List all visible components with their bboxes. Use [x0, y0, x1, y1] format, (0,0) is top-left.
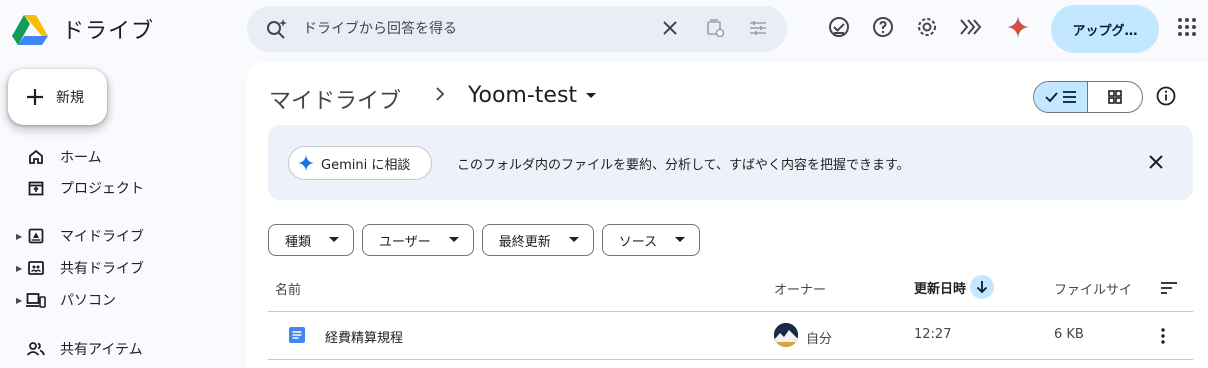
file-modified: 12:27 — [914, 327, 952, 342]
sidebar-item-label: ホーム — [60, 150, 102, 166]
settings-gear-icon[interactable] — [915, 15, 939, 39]
breadcrumb-root[interactable]: マイドライブ — [269, 83, 401, 115]
google-drive-logo[interactable] — [12, 12, 48, 48]
new-button[interactable]: 新規 — [8, 69, 107, 125]
grid-view-icon — [1107, 89, 1123, 105]
expand-arrow-icon[interactable]: ▶ — [16, 296, 24, 305]
gemini-banner: Gemini に相談 このフォルダ内のファイルを要約、分析して、すばやく内容を把… — [268, 125, 1193, 200]
ask-gemini-button[interactable]: Gemini に相談 — [288, 146, 432, 180]
filter-people[interactable]: ユーザー — [362, 224, 474, 256]
project-icon — [26, 179, 46, 197]
sidebar-item-shared-with-me[interactable]: 共有アイテム — [16, 337, 143, 361]
sidebar-item-computers[interactable]: ▶ パソコン — [16, 288, 116, 312]
filter-modified[interactable]: 最終更新 — [481, 224, 594, 256]
sidebar-item-my-drive[interactable]: ▶ マイドライブ — [16, 224, 144, 248]
home-icon — [26, 148, 46, 166]
caret-down-icon — [585, 92, 597, 100]
caret-down-icon — [675, 237, 686, 243]
gemini-star-icon — [297, 154, 315, 172]
check-list-icon — [1044, 89, 1078, 105]
close-icon[interactable] — [1146, 152, 1166, 172]
more-actions-icon[interactable] — [1153, 326, 1173, 346]
upgrade-button[interactable]: アップグ… — [1051, 5, 1159, 53]
caret-down-icon — [329, 237, 340, 243]
clear-search-icon[interactable] — [659, 17, 681, 39]
caret-down-icon — [448, 237, 459, 243]
filter-label: ユーザー — [379, 234, 431, 250]
column-header-size[interactable]: ファイルサイ — [1054, 279, 1132, 298]
apps-grid-icon[interactable] — [1175, 15, 1199, 39]
expand-arrow-icon[interactable]: ▶ — [16, 264, 24, 273]
shared-drive-icon — [26, 259, 46, 277]
row-divider — [268, 359, 1193, 360]
file-size: 6 KB — [1054, 327, 1084, 342]
sort-arrow-down-icon[interactable] — [970, 275, 995, 299]
avatar — [774, 323, 798, 347]
breadcrumb-current-label: Yoom-test — [468, 83, 578, 108]
sidebar-item-shared-drives[interactable]: ▶ 共有ドライブ — [16, 256, 144, 280]
ask-gemini-label: Gemini に相談 — [321, 157, 411, 173]
grid-view-button[interactable] — [1088, 82, 1142, 112]
caret-down-icon — [568, 237, 579, 243]
filter-label: 最終更新 — [498, 234, 551, 250]
sidebar-item-label: プロジェクト — [60, 181, 144, 197]
search-input[interactable] — [303, 17, 683, 41]
filter-label: 種類 — [285, 234, 312, 250]
help-icon[interactable] — [871, 15, 895, 39]
search-spark-icon — [265, 18, 289, 40]
sort-options-icon[interactable] — [1159, 278, 1179, 298]
sidebar-item-label: 共有アイテム — [60, 342, 143, 358]
search-bar[interactable] — [247, 6, 787, 52]
my-drive-icon — [26, 227, 46, 245]
file-owner: 自分 — [774, 323, 833, 347]
computer-icon — [26, 291, 46, 309]
filter-label: ソース — [618, 234, 658, 250]
new-button-label: 新規 — [56, 90, 84, 106]
sidebar-item-home[interactable]: ホーム — [16, 145, 102, 169]
sidebar-item-projects[interactable]: プロジェクト — [16, 176, 144, 200]
sidebar-item-label: パソコン — [60, 293, 116, 309]
list-view-button[interactable] — [1034, 82, 1089, 112]
column-header-label: 更新日時 — [914, 281, 967, 297]
owner-label: 自分 — [806, 331, 833, 347]
shared-icon — [26, 340, 46, 358]
app-title: ドライブ — [62, 19, 155, 44]
column-header-owner[interactable]: オーナー — [774, 279, 826, 298]
activity-icon[interactable] — [958, 15, 982, 39]
column-header-modified[interactable]: 更新日時 — [914, 275, 995, 299]
column-header-name[interactable]: 名前 — [275, 279, 301, 298]
sidebar-item-label: 共有ドライブ — [60, 261, 144, 277]
gemini-star-icon[interactable] — [1006, 15, 1030, 39]
info-icon[interactable] — [1155, 85, 1177, 107]
search-history-icon[interactable] — [704, 17, 726, 39]
main-panel: マイドライブ Yoom-test Gemini に相談 このフォルダ内のファイル… — [247, 62, 1208, 368]
file-name[interactable]: 経費精算規程 — [325, 327, 403, 346]
sidebar-item-label: マイドライブ — [60, 229, 144, 245]
breadcrumb-chevron-icon — [433, 85, 447, 103]
offline-ready-icon[interactable] — [827, 15, 851, 39]
breadcrumb-current-folder[interactable]: Yoom-test — [468, 83, 597, 108]
expand-arrow-icon[interactable]: ▶ — [16, 232, 24, 241]
table-row[interactable]: 経費精算規程 自分 12:27 6 KB — [268, 312, 1193, 360]
filter-type[interactable]: 種類 — [268, 224, 355, 256]
view-toggle — [1033, 81, 1143, 113]
search-options-icon[interactable] — [747, 17, 769, 39]
docs-icon — [288, 326, 306, 344]
plus-icon — [24, 86, 46, 108]
filter-source[interactable]: ソース — [601, 224, 701, 256]
gemini-message: このフォルダ内のファイルを要約、分析して、すばやく内容を把握できます。 — [457, 158, 910, 173]
filter-bar: 種類 ユーザー 最終更新 ソース — [268, 224, 701, 256]
